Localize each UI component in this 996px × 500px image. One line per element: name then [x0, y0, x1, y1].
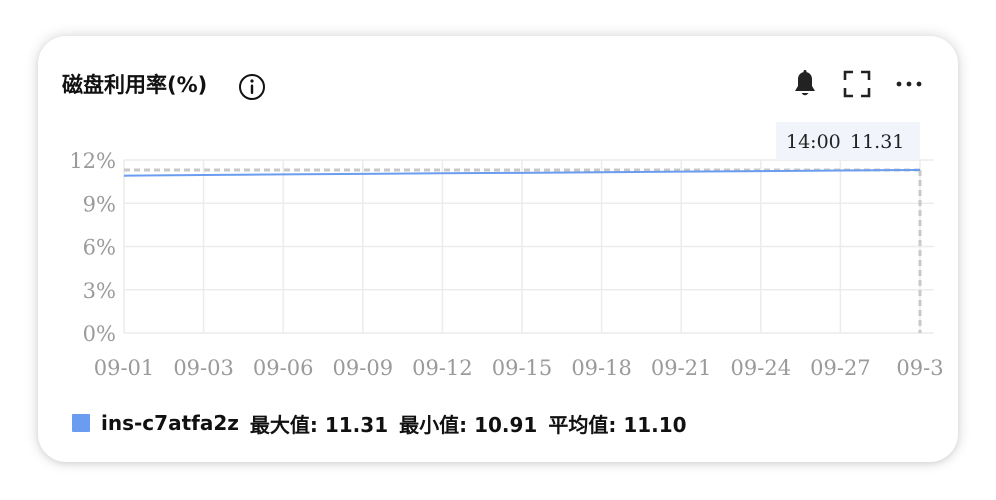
- x-tick-label: 09-3: [896, 356, 943, 380]
- x-tick-label: 09-03: [173, 356, 234, 380]
- y-tick-label: 9%: [83, 192, 116, 216]
- legend-avg: 平均值: 11.10: [548, 412, 687, 437]
- x-tick-label: 09-12: [412, 356, 473, 380]
- chart-legend[interactable]: ins-c7atfa2z 最大值: 11.31 最小值: 10.91 平均值: …: [72, 410, 698, 437]
- disk-usage-card: 磁盘利用率(%) 0% 3% 6% 9% 12% 09-01 09-03 09-06 09-09…: [38, 36, 958, 462]
- x-tick-label: 09-24: [731, 356, 792, 380]
- y-tick-label: 12%: [69, 149, 116, 173]
- chart-tooltip: 14:00 11.31: [776, 122, 920, 160]
- x-tick-label: 09-15: [492, 356, 553, 380]
- chart-grid: [123, 159, 934, 334]
- tooltip-value: 11.31: [850, 131, 904, 153]
- x-tick-label: 09-27: [810, 356, 871, 380]
- x-tick-label: 09-18: [571, 356, 632, 380]
- legend-min: 最小值: 10.91: [399, 412, 538, 437]
- disk-usage-chart: 0% 3% 6% 9% 12% 09-01 09-03 09-06 09-09 09-12 09-1…: [69, 122, 944, 380]
- legend-max: 最大值: 11.31: [249, 412, 389, 437]
- x-tick-label: 09-09: [333, 356, 394, 380]
- legend-swatch: [72, 414, 90, 432]
- legend-series-name: ins-c7atfa2z: [101, 411, 239, 435]
- chart-axes: 0% 3% 6% 9% 12% 09-01 09-03 09-06 09-09 09-12 09-1…: [69, 149, 943, 380]
- x-tick-label: 09-06: [253, 356, 314, 380]
- x-tick-label: 09-01: [94, 356, 155, 380]
- x-tick-label: 09-21: [651, 356, 712, 380]
- tooltip-time: 14:00: [786, 131, 841, 153]
- y-tick-label: 3%: [83, 279, 116, 303]
- y-tick-label: 0%: [83, 322, 116, 346]
- y-tick-label: 6%: [83, 236, 116, 260]
